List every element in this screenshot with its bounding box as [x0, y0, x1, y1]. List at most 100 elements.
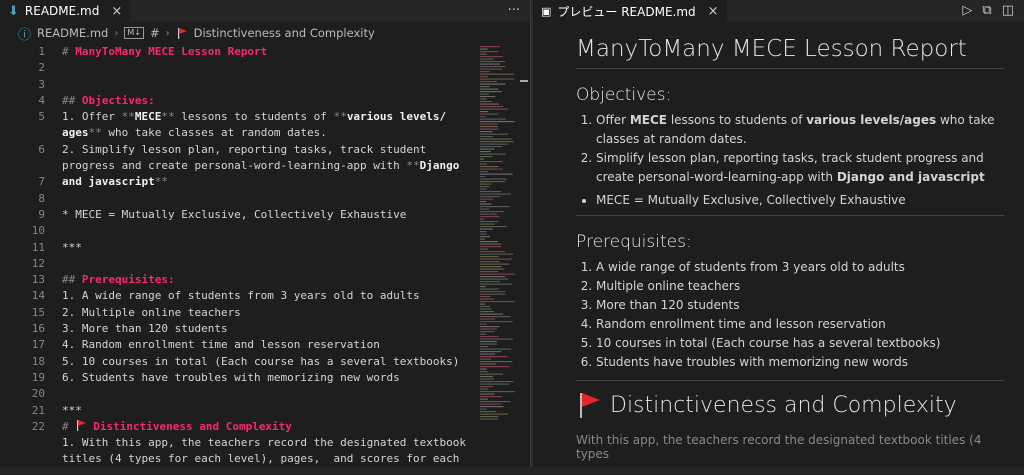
minimap-line — [480, 358, 492, 360]
minimap-line — [480, 386, 493, 388]
minimap-line — [480, 48, 488, 50]
minimap-line — [480, 63, 500, 65]
minimap-line — [480, 166, 499, 168]
minimap-line — [480, 403, 501, 405]
close-icon[interactable]: × — [111, 4, 122, 19]
minimap-line — [480, 378, 495, 380]
code-editor[interactable]: 1 2 3 4 5 6 7 8 9 10 11 12 13 14 15 16 17 18 19 20 21 22 # Ma… — [0, 44, 530, 475]
code-lines[interactable]: # ManyToMany MECE Lesson Report ## Objec… — [62, 44, 472, 468]
minimap-line — [480, 51, 499, 53]
line-number — [0, 435, 45, 451]
minimap-line — [480, 78, 515, 80]
minimap-line — [480, 206, 510, 208]
minimap-line — [480, 371, 489, 373]
minimap-line — [480, 381, 514, 383]
minimap-line — [480, 413, 509, 415]
minimap-line — [480, 123, 499, 125]
code-line: 2. Multiple online teachers — [62, 305, 241, 319]
markdown-file-icon: ⓘ — [18, 27, 32, 43]
minimap-line — [480, 73, 515, 75]
line-number: 14 — [31, 289, 45, 303]
minimap-line — [480, 338, 513, 340]
more-actions-icon[interactable]: ··· — [508, 3, 520, 18]
minimap-line — [480, 306, 490, 308]
minimap-line — [480, 283, 513, 285]
code-line: ## Objectives: — [62, 93, 155, 107]
minimap-line — [480, 253, 514, 255]
close-icon[interactable]: × — [708, 4, 719, 19]
minimap-line — [480, 203, 492, 205]
breadcrumb-section[interactable]: Distinctiveness and Complexity — [194, 26, 375, 40]
minimap-line — [480, 128, 499, 130]
line-number: 9 — [38, 207, 45, 221]
editor-actions: ··· — [508, 3, 520, 18]
minimap-line — [480, 326, 500, 328]
line-number: 11 — [31, 240, 45, 254]
minimap[interactable] — [478, 44, 518, 444]
minimap-line — [480, 226, 507, 228]
minimap-line — [480, 68, 502, 70]
minimap-line — [480, 81, 498, 83]
minimap-line — [480, 121, 515, 123]
minimap-line — [480, 331, 495, 333]
code-line: # ManyToMany MECE Lesson Report — [62, 45, 268, 58]
minimap-line — [480, 376, 493, 378]
minimap-line — [480, 353, 496, 355]
line-number-gutter: 1 2 3 4 5 6 7 8 9 10 11 12 13 14 15 16 17 18 19 20 21 22 — [0, 44, 45, 451]
minimap-line — [480, 396, 502, 398]
minimap-line — [480, 208, 490, 210]
list-item: Offer MECE lessons to students of variou… — [596, 111, 1004, 149]
minimap-line — [480, 291, 506, 293]
list-item: Random enrollment time and lesson reserv… — [596, 315, 1004, 334]
minimap-line — [480, 231, 487, 233]
minimap-line — [480, 256, 499, 258]
code-line: ## Prerequisites: — [62, 273, 175, 287]
minimap-line — [480, 146, 502, 148]
minimap-line — [480, 46, 500, 48]
minimap-line — [480, 318, 496, 320]
run-icon[interactable]: ▷ — [962, 3, 972, 18]
chevron-right-icon: › — [114, 27, 119, 39]
red-flag-icon — [77, 419, 87, 431]
minimap-line — [480, 103, 500, 105]
tab-readme-editor[interactable]: ⬇ README.md × — [0, 0, 132, 22]
open-source-icon[interactable]: ⧉ — [982, 3, 991, 18]
minimap-line — [480, 258, 513, 260]
line-number: 21 — [31, 403, 45, 417]
minimap-line — [480, 221, 499, 223]
minimap-line — [480, 158, 485, 160]
minimap-line — [480, 101, 492, 103]
minimap-line — [480, 341, 497, 343]
minimap-line — [480, 168, 503, 170]
minimap-line — [480, 276, 505, 278]
split-editor-icon[interactable]: ◫ — [1002, 3, 1014, 18]
line-number: 19 — [31, 370, 45, 384]
minimap-line — [480, 201, 487, 203]
minimap-line — [480, 141, 514, 143]
code-line: 5. 10 courses in total (Each course has … — [62, 354, 460, 368]
line-number: 2 — [38, 61, 45, 75]
code-line-wrapped: and javascript** — [62, 175, 168, 189]
tab-readme-preview[interactable]: ▣ プレビュー README.md × — [533, 0, 728, 22]
minimap-line — [480, 86, 490, 88]
minimap-line — [480, 313, 504, 315]
scrollbar-slider[interactable] — [520, 80, 528, 82]
minimap-line — [480, 373, 503, 375]
line-number: 3 — [38, 77, 45, 91]
line-number: 17 — [31, 338, 45, 352]
breadcrumb-hash[interactable]: # — [150, 26, 160, 40]
markdown-preview[interactable]: ManyToMany MECE Lesson Report Objectives… — [533, 22, 1024, 475]
code-line: 4. Random enrollment time and lesson res… — [62, 338, 380, 352]
prerequisites-heading: Prerequisites: — [576, 232, 692, 252]
breadcrumb-file[interactable]: README.md — [37, 26, 108, 40]
minimap-line — [480, 393, 495, 395]
minimap-line — [480, 398, 488, 400]
markdown-file-icon: ⬇ — [8, 3, 19, 19]
minimap-line — [480, 288, 499, 290]
line-number — [0, 158, 45, 174]
minimap-line — [480, 251, 506, 253]
line-number — [0, 125, 45, 141]
code-line: 1. Offer **MECE** lessons to students of… — [62, 110, 447, 124]
minimap-line — [480, 173, 513, 175]
minimap-line — [480, 303, 486, 305]
